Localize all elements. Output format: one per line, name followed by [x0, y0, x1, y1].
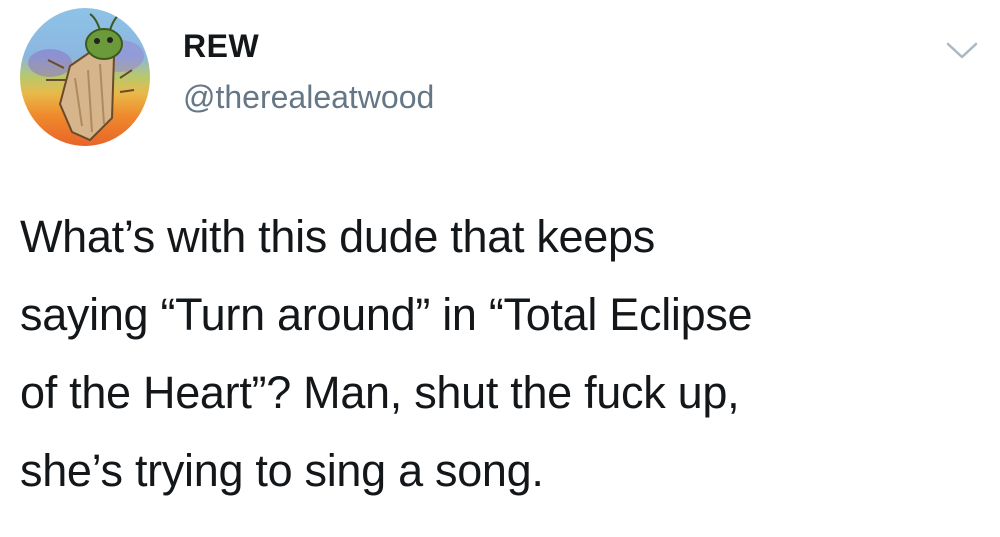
user-handle[interactable]: @therealeatwood: [183, 81, 434, 113]
tweet-card: REW @therealeatwood What’s with this dud…: [0, 0, 1000, 537]
cartoon-cicada-avatar-icon: [20, 8, 150, 146]
tweet-text-line: she’s trying to sing a song.: [20, 445, 544, 496]
avatar[interactable]: [20, 8, 150, 146]
display-name[interactable]: REW: [183, 30, 259, 62]
tweet-text: What’s with this dude that keeps saying …: [20, 198, 980, 510]
tweet-text-line: saying “Turn around” in “Total Eclipse: [20, 289, 753, 340]
chevron-down-icon[interactable]: [944, 38, 980, 62]
tweet-text-line: of the Heart”? Man, shut the fuck up,: [20, 367, 740, 418]
tweet-text-line: What’s with this dude that keeps: [20, 211, 655, 262]
